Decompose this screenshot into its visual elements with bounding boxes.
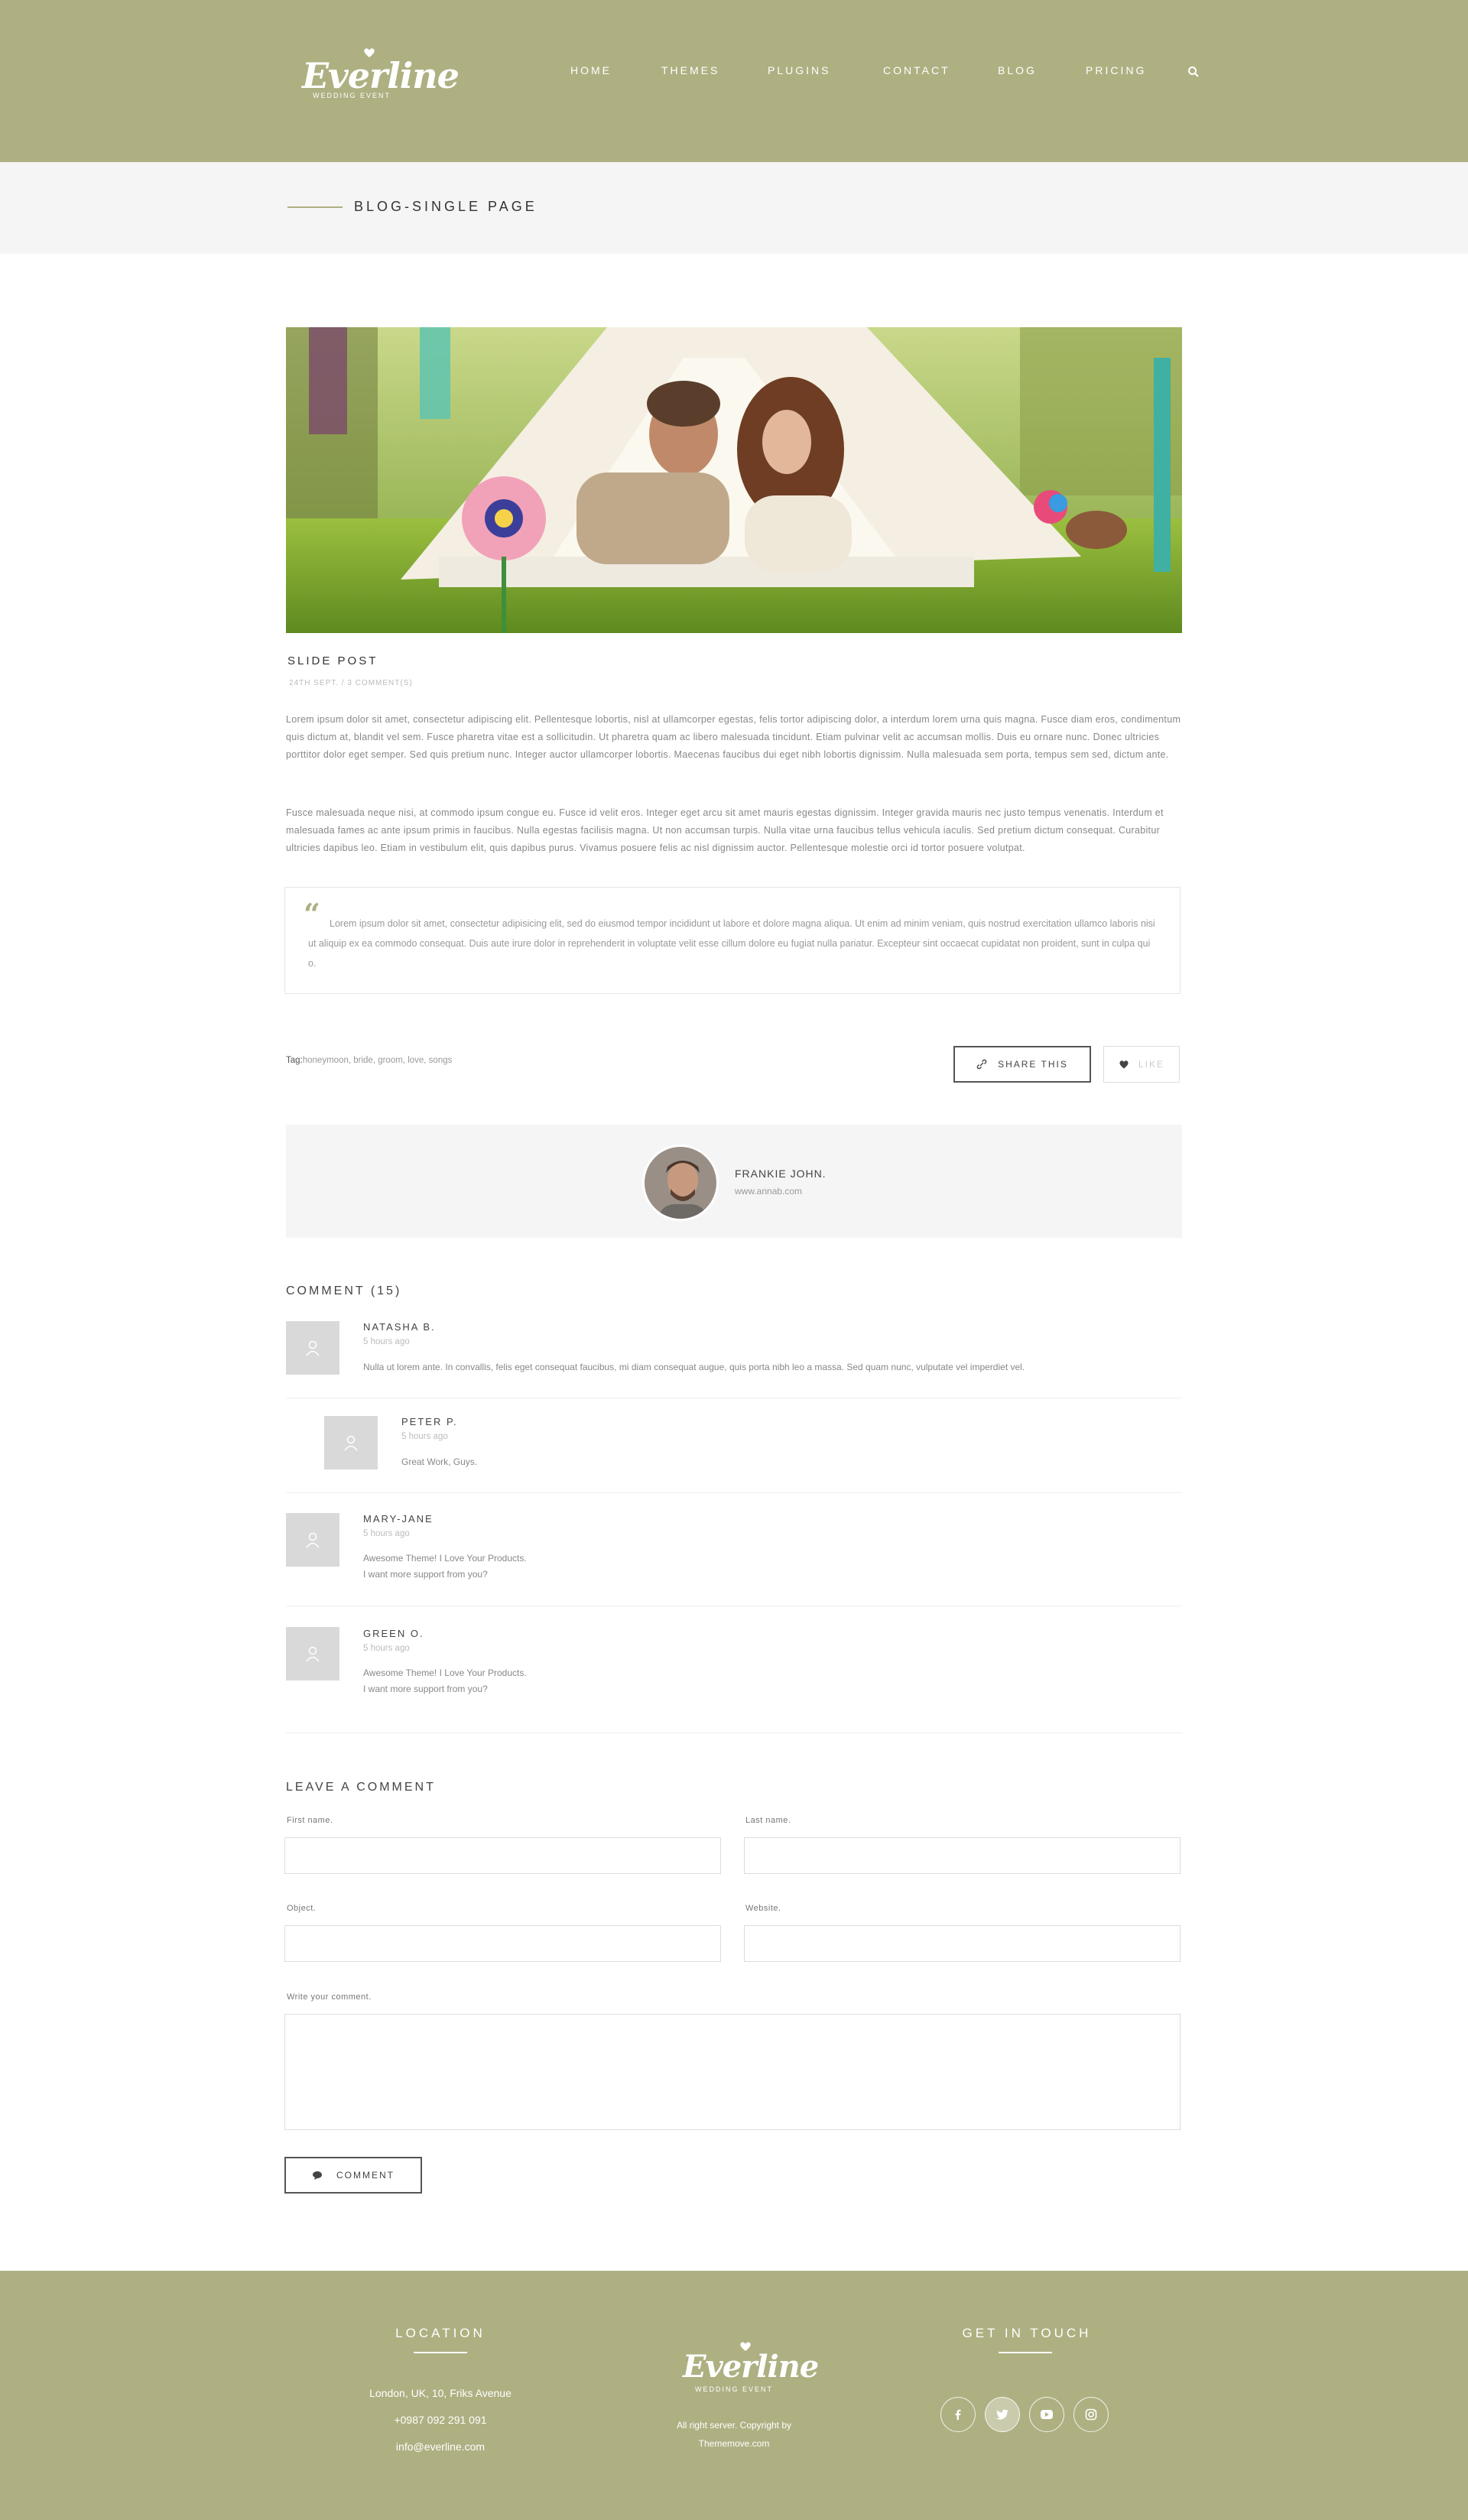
comment-text: Nulla ut lorem ante. In convallis, felis… xyxy=(363,1362,1025,1372)
comments-title: COMMENT (15) xyxy=(286,1284,402,1297)
site-logo[interactable]: Everline WEDDING EVENT xyxy=(302,47,460,102)
comment-author: NATASHA B. xyxy=(363,1321,436,1333)
footer-get-in-touch-title: GET IN TOUCH xyxy=(962,2326,1092,2340)
footer-email[interactable]: info@everline.com xyxy=(326,2440,555,2453)
author-box: FRANKIE JOHN. www.annab.com xyxy=(286,1125,1182,1238)
site-footer: LOCATION London, UK, 10, Friks Avenue +0… xyxy=(0,2271,1468,2520)
footer-location-title: LOCATION xyxy=(395,2326,486,2340)
comment-text: I want more support from you? xyxy=(363,1684,488,1694)
comment-time: 5 hours ago xyxy=(363,1644,410,1653)
page-title: BLOG-SINGLE PAGE xyxy=(354,199,538,214)
site-header: Everline WEDDING EVENT HOME THEMES PLUGI… xyxy=(0,0,1468,162)
first-name-input[interactable] xyxy=(284,1837,721,1874)
comment-time: 5 hours ago xyxy=(363,1337,410,1346)
youtube-glyph xyxy=(1041,2410,1053,2419)
like-button[interactable]: LIKE xyxy=(1103,1046,1180,1083)
nav-blog[interactable]: BLOG xyxy=(998,64,1037,76)
comment-divider xyxy=(286,1492,1182,1493)
comment-label: Write your comment. xyxy=(287,1992,372,2002)
comment-avatar xyxy=(324,1416,378,1469)
instagram-glyph xyxy=(1085,2408,1097,2421)
footer-logo[interactable]: Everline WEDDING EVENT xyxy=(683,2341,819,2402)
user-icon xyxy=(344,1435,358,1451)
footer-phone[interactable]: +0987 092 291 091 xyxy=(326,2414,555,2426)
comment-submit-label: COMMENT xyxy=(336,2170,395,2181)
post-meta: 24TH SEPT. / 3 COMMENT(S) xyxy=(289,679,413,687)
nav-home[interactable]: HOME xyxy=(570,64,612,76)
footer-logo-wordmark: Everline xyxy=(683,2349,819,2385)
twitter-glyph xyxy=(996,2409,1008,2420)
copyright-company[interactable]: Thememove.com xyxy=(619,2434,849,2453)
twitter-icon[interactable] xyxy=(985,2397,1020,2432)
comment-time: 5 hours ago xyxy=(401,1432,448,1441)
nav-contact[interactable]: CONTACT xyxy=(883,64,950,76)
comment-author: MARY-JANE xyxy=(363,1513,434,1525)
post-title: SLIDE POST xyxy=(287,654,378,667)
nav-pricing[interactable]: PRICING xyxy=(1086,64,1146,76)
search-icon[interactable] xyxy=(1187,66,1200,78)
title-accent-line xyxy=(287,206,343,208)
youtube-icon[interactable] xyxy=(1029,2397,1064,2432)
comment-divider xyxy=(286,1732,1182,1733)
user-icon xyxy=(306,1340,320,1356)
share-button[interactable]: SHARE THIS xyxy=(953,1046,1091,1083)
last-name-input[interactable] xyxy=(744,1837,1181,1874)
tags-list[interactable]: honeymoon, bride, groom, love, songs xyxy=(303,1056,453,1065)
page-title-bar: BLOG-SINGLE PAGE xyxy=(0,162,1468,254)
tags-label: Tag: xyxy=(286,1056,303,1065)
facebook-glyph xyxy=(955,2409,961,2420)
footer-address: London, UK, 10, Friks Avenue xyxy=(369,2387,512,2399)
comment-avatar xyxy=(286,1321,339,1375)
footer-title-underline xyxy=(999,2352,1052,2353)
link-icon xyxy=(976,1059,987,1070)
footer-copyright: All right server. Copyright by Thememove… xyxy=(619,2416,849,2453)
facebook-icon[interactable] xyxy=(940,2397,976,2432)
copyright-line: All right server. Copyright by xyxy=(676,2420,792,2431)
comment-time: 5 hours ago xyxy=(363,1529,410,1538)
comment-author: GREEN O. xyxy=(363,1628,424,1639)
comment-author: PETER P. xyxy=(401,1416,458,1427)
first-name-label: First name. xyxy=(287,1816,333,1825)
post-hero-image xyxy=(286,327,1182,633)
user-icon xyxy=(306,1646,320,1662)
post-paragraph: Fusce malesuada neque nisi, at commodo i… xyxy=(286,807,1164,853)
object-label: Object. xyxy=(287,1904,317,1913)
author-website[interactable]: www.annab.com xyxy=(735,1186,802,1197)
post-blockquote: “ Lorem ipsum dolor sit amet, consectetu… xyxy=(284,887,1181,994)
footer-title-underline xyxy=(414,2352,467,2353)
instagram-icon[interactable] xyxy=(1073,2397,1109,2432)
author-name[interactable]: FRANKIE JOHN. xyxy=(735,1167,827,1180)
quote-text: Lorem ipsum dolor sit amet, consectetur … xyxy=(308,918,1155,969)
website-label: Website. xyxy=(745,1904,781,1913)
website-input[interactable] xyxy=(744,1925,1181,1962)
comment-text: Great Work, Guys. xyxy=(401,1456,478,1467)
author-photo xyxy=(645,1147,716,1219)
logo-wordmark: Everline xyxy=(302,55,460,96)
author-avatar xyxy=(642,1145,719,1221)
comment-avatar xyxy=(286,1513,339,1567)
heart-icon xyxy=(1119,1060,1129,1069)
comment-text: Awesome Theme! I Love Your Products. xyxy=(363,1668,527,1678)
comment-submit-button[interactable]: COMMENT xyxy=(284,2157,422,2194)
comment-text: Awesome Theme! I Love Your Products. xyxy=(363,1553,527,1564)
comment-textarea[interactable] xyxy=(284,2014,1181,2130)
comment-avatar xyxy=(286,1627,339,1681)
comment-text: I want more support from you? xyxy=(363,1569,488,1580)
post-paragraph: Lorem ipsum dolor sit amet, consectetur … xyxy=(286,714,1181,760)
object-input[interactable] xyxy=(284,1925,721,1962)
like-label: LIKE xyxy=(1138,1059,1164,1070)
share-label: SHARE THIS xyxy=(998,1059,1068,1070)
comment-form-title: LEAVE A COMMENT xyxy=(286,1781,436,1794)
post-tags: Tag:honeymoon, bride, groom, love, songs xyxy=(286,1056,452,1065)
footer-logo-tagline: WEDDING EVENT xyxy=(695,2385,774,2393)
nav-themes[interactable]: THEMES xyxy=(661,64,719,76)
last-name-label: Last name. xyxy=(745,1816,791,1825)
user-icon xyxy=(306,1532,320,1548)
speech-bubble-icon xyxy=(313,2171,322,2180)
logo-tagline: WEDDING EVENT xyxy=(313,92,391,99)
nav-plugins[interactable]: PLUGINS xyxy=(768,64,830,76)
